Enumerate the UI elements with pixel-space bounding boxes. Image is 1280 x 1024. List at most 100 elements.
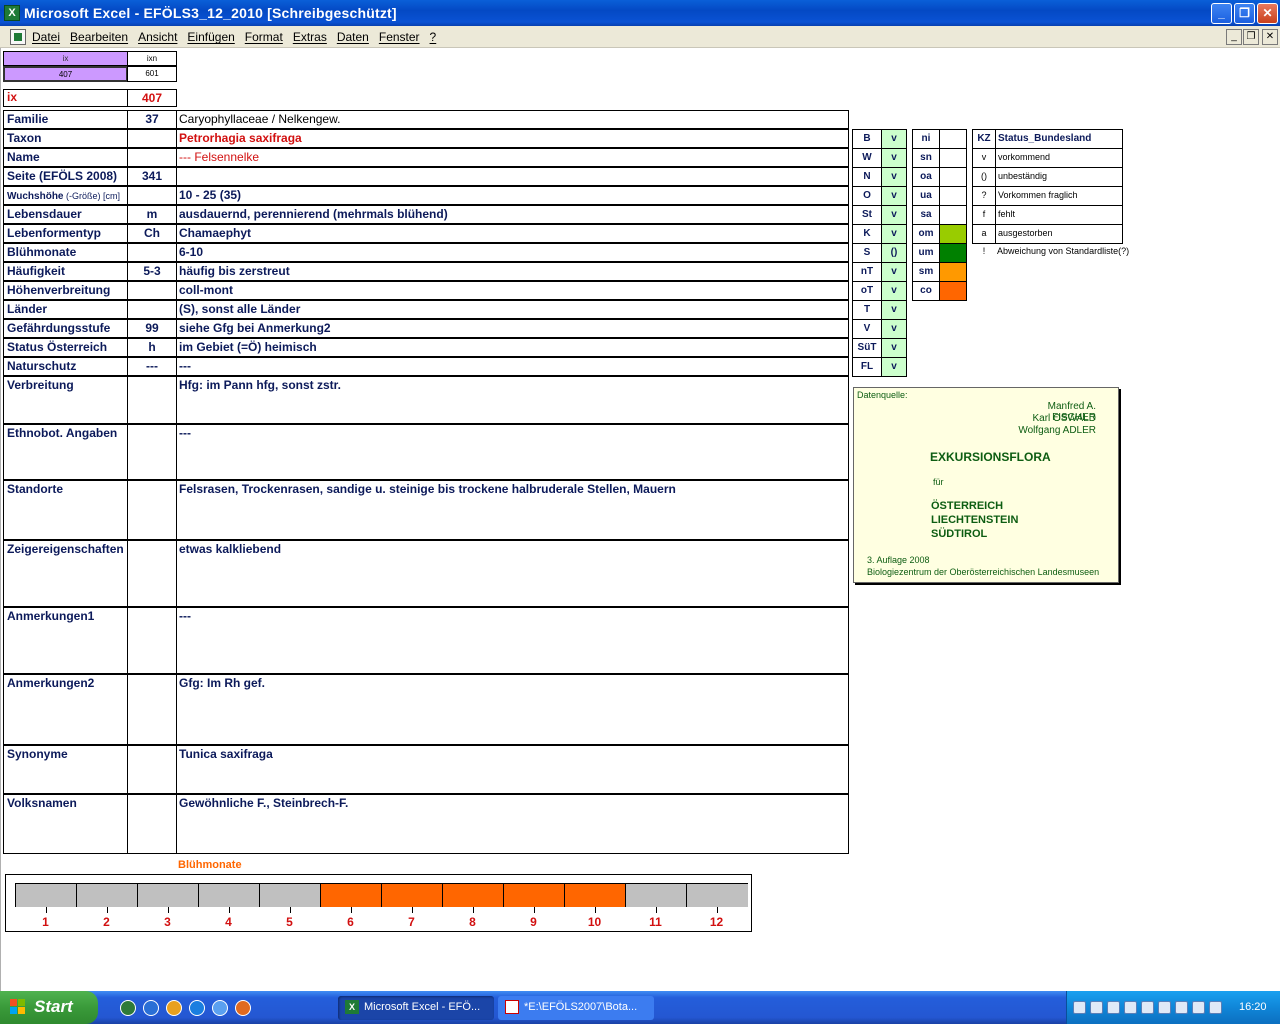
ix-label[interactable]: ix [3,89,128,107]
row-label[interactable]: Status Österreich [3,338,128,357]
state-value[interactable]: v [881,129,907,149]
state-code[interactable]: FL [852,357,882,377]
row-code[interactable] [127,794,177,854]
row-label[interactable]: Volksnamen [3,794,128,854]
state-value[interactable]: v [881,167,907,187]
row-value[interactable]: siehe Gfg bei Anmerkung2 [176,319,849,338]
worksheet[interactable]: ix ixn 407 601 ix 407 Familie 37 Caryophyl… [0,48,1280,991]
menu-item-6[interactable]: Daten [337,30,369,44]
status-label[interactable]: ausgestorben [995,224,1123,244]
row-value[interactable]: Hfg: im Pann hfg, sonst zstr. [176,376,849,424]
row-label[interactable]: Synonyme [3,745,128,794]
state-code[interactable]: W [852,148,882,168]
row-value[interactable]: Chamaephyt [176,224,849,243]
altitude-code[interactable]: co [912,281,940,301]
row-code[interactable]: h [127,338,177,357]
state-value[interactable]: v [881,262,907,282]
ix-value[interactable]: 407 [127,89,177,107]
row-label[interactable]: Taxon [3,129,128,148]
row-code[interactable] [127,243,177,262]
doc-close-button[interactable]: ✕ [1262,29,1278,45]
row-code[interactable] [127,745,177,794]
ixn-value-cell[interactable]: 601 [127,66,177,82]
minimize-button[interactable]: _ [1211,3,1232,24]
task-editor[interactable]: *E:\EFÖLS2007\Bota... [498,996,654,1020]
restore-button[interactable]: ❐ [1234,3,1255,24]
row-value[interactable]: Gfg: Im Rh gef. [176,674,849,745]
row-value[interactable] [176,167,849,186]
row-value[interactable]: (S), sonst alle Länder [176,300,849,319]
row-label[interactable]: Naturschutz [3,357,128,376]
row-code[interactable] [127,674,177,745]
doc-restore-button[interactable]: ❐ [1243,29,1259,45]
menu-item-2[interactable]: Ansicht [138,30,177,44]
status-kz[interactable]: v [972,148,996,168]
row-value[interactable]: im Gebiet (=Ö) heimisch [176,338,849,357]
row-code[interactable] [127,376,177,424]
firefox-icon[interactable] [235,1000,251,1016]
row-label[interactable]: Name [3,148,128,167]
row-value[interactable]: ausdauernd, perennierend (mehrmals blühe… [176,205,849,224]
row-code[interactable]: 341 [127,167,177,186]
row-code[interactable]: 99 [127,319,177,338]
state-code[interactable]: T [852,300,882,320]
altitude-code[interactable]: oa [912,167,940,187]
row-label[interactable]: Verbreitung [3,376,128,424]
altitude-code[interactable]: sa [912,205,940,225]
row-code[interactable]: 37 [127,110,177,129]
altitude-swatch[interactable] [939,186,967,206]
row-value[interactable]: --- [176,424,849,480]
state-value[interactable]: v [881,186,907,206]
bloom-chart[interactable]: 1 2 3 4 5 6 7 8 9 10 11 12 [5,874,752,932]
state-value[interactable]: v [881,300,907,320]
status-kz[interactable]: ! [972,243,996,263]
state-code[interactable]: N [852,167,882,187]
row-code[interactable] [127,281,177,300]
state-code[interactable]: S [852,243,882,263]
altitude-code[interactable]: um [912,243,940,263]
row-label[interactable]: Lebenformentyp [3,224,128,243]
workbook-icon[interactable] [10,29,26,45]
row-value[interactable]: Tunica saxifraga [176,745,849,794]
safely-remove-icon[interactable] [1209,1001,1222,1014]
row-value[interactable]: Caryophyllaceae / Nelkengew. [176,110,849,129]
state-value[interactable]: v [881,357,907,377]
state-value[interactable]: v [881,281,907,301]
status-kz[interactable]: a [972,224,996,244]
row-code[interactable] [127,129,177,148]
status-label[interactable]: vorkommend [995,148,1123,168]
menu-item-0[interactable]: Datei [32,30,60,44]
state-code[interactable]: O [852,186,882,206]
row-value[interactable]: 10 - 25 (35) [176,186,849,205]
status-label[interactable]: Abweichung von Standardliste(?) [995,243,1129,263]
row-code[interactable]: Ch [127,224,177,243]
menu-item-8[interactable]: ? [430,30,437,44]
status-label-header[interactable]: Status_Bundesland [995,129,1123,149]
printer-icon[interactable] [1192,1001,1205,1014]
status-kz[interactable]: f [972,205,996,225]
altitude-swatch[interactable] [939,205,967,225]
state-value[interactable]: v [881,148,907,168]
security-icon[interactable] [1124,1001,1137,1014]
ie-icon[interactable] [189,1000,205,1016]
row-value[interactable]: Felsrasen, Trockenrasen, sandige u. stei… [176,480,849,540]
row-label[interactable]: Lebensdauer [3,205,128,224]
row-code[interactable] [127,480,177,540]
row-label[interactable]: Anmerkungen1 [3,607,128,674]
altitude-swatch[interactable] [939,281,967,301]
row-value[interactable]: --- [176,357,849,376]
row-value[interactable]: 6-10 [176,243,849,262]
menu-item-7[interactable]: Fenster [379,30,420,44]
state-value[interactable]: v [881,338,907,358]
state-value[interactable]: v [881,224,907,244]
row-label[interactable]: Seite (EFÖLS 2008) [3,167,128,186]
row-value[interactable]: häufig bis zerstreut [176,262,849,281]
altitude-code[interactable]: om [912,224,940,244]
menu-item-4[interactable]: Format [245,30,283,44]
row-code[interactable] [127,300,177,319]
altitude-swatch[interactable] [939,224,967,244]
row-label[interactable]: Zeigereigenschaften [3,540,128,607]
menu-item-3[interactable]: Einfügen [187,30,234,44]
state-code[interactable]: SüT [852,338,882,358]
row-code[interactable] [127,607,177,674]
